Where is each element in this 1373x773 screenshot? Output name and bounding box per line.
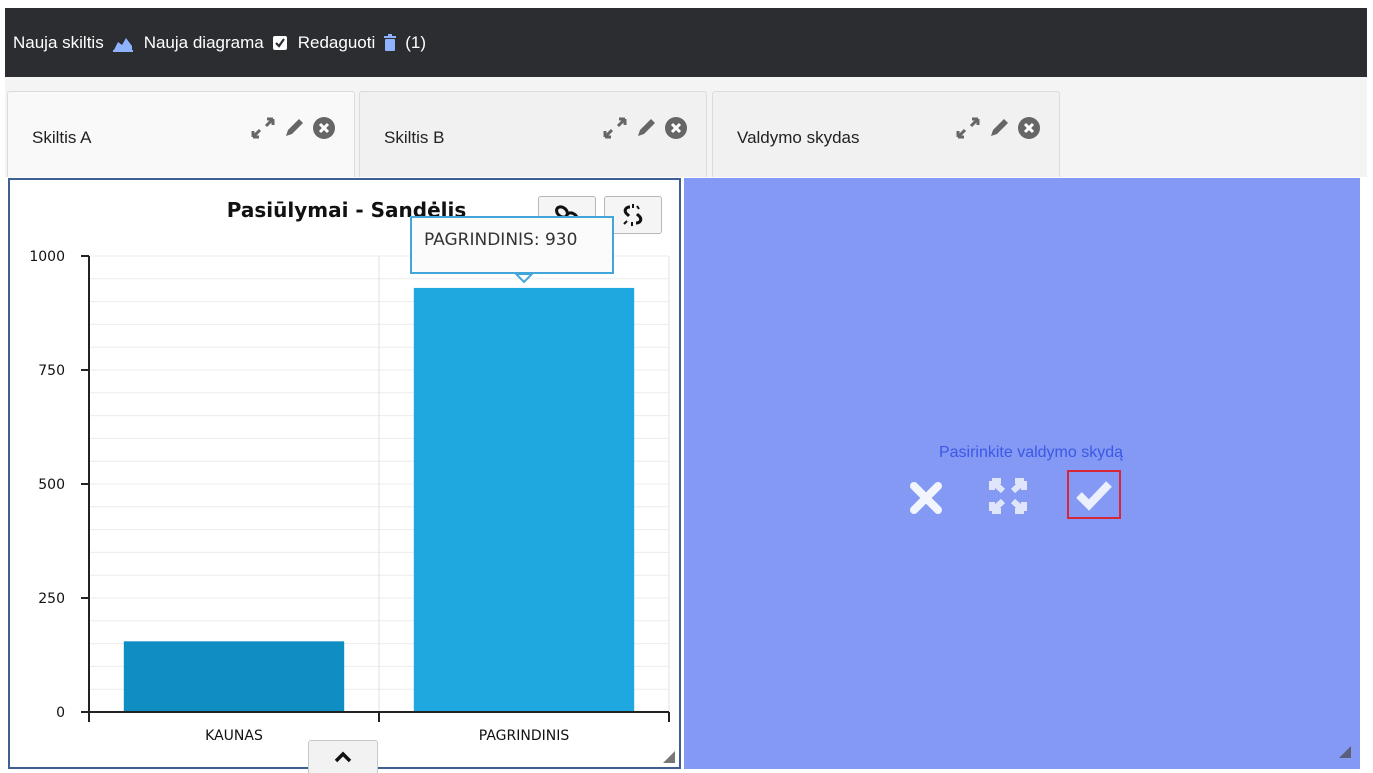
edit-label: Redaguoti bbox=[297, 32, 376, 52]
close-icon bbox=[910, 482, 942, 514]
expand-icon[interactable] bbox=[602, 116, 628, 140]
dashboard-select-label: Pasirinkite valdymo skydą bbox=[938, 444, 1124, 461]
pencil-icon[interactable] bbox=[987, 116, 1011, 140]
trash-count: (1) bbox=[405, 32, 427, 52]
expand-icon[interactable] bbox=[955, 116, 981, 140]
y-tick-label: 500 bbox=[38, 477, 65, 493]
trash-icon[interactable] bbox=[383, 34, 397, 51]
edit-button[interactable]: Redaguoti (1) bbox=[298, 33, 426, 53]
tooltip-pointer bbox=[513, 273, 535, 284]
close-circle-icon[interactable] bbox=[664, 116, 688, 140]
y-tick-label: 1000 bbox=[29, 249, 65, 265]
x-tick-label: KAUNAS bbox=[205, 728, 263, 744]
fullscreen-button[interactable] bbox=[987, 476, 1029, 521]
tab-actions bbox=[250, 116, 336, 140]
chart-tooltip: PAGRINDINIS: 930 bbox=[410, 216, 614, 274]
y-tick-label: 250 bbox=[38, 591, 65, 607]
bar-kaunas bbox=[123, 641, 345, 712]
tab-bar: Skiltis A Skiltis B Valdymo skydas bbox=[5, 77, 1367, 177]
checkbox-checked-icon[interactable] bbox=[272, 35, 288, 51]
tab-label: Skiltis B bbox=[384, 128, 445, 147]
area-chart-icon bbox=[112, 37, 133, 52]
dashboard-select-panel: Pasirinkite valdymo skydą bbox=[684, 178, 1360, 769]
new-section-label: Nauja skiltis bbox=[13, 32, 104, 52]
tab-label: Skiltis A bbox=[32, 128, 92, 147]
toolbar: Nauja skiltis Nauja diagrama Redaguoti (… bbox=[5, 8, 1367, 77]
new-chart-button[interactable]: Nauja diagrama bbox=[144, 33, 288, 53]
close-circle-icon[interactable] bbox=[312, 116, 336, 140]
resize-handle-icon[interactable] bbox=[1339, 746, 1351, 758]
collapse-button[interactable] bbox=[308, 740, 378, 773]
tab-skiltis-b[interactable]: Skiltis B bbox=[359, 91, 707, 177]
pencil-icon[interactable] bbox=[282, 116, 306, 140]
tab-actions bbox=[602, 116, 688, 140]
y-tick-label: 0 bbox=[56, 705, 65, 721]
close-circle-icon[interactable] bbox=[1017, 116, 1041, 140]
resize-handle-icon[interactable] bbox=[663, 751, 675, 763]
y-tick-label: 750 bbox=[38, 363, 65, 379]
chevron-up-icon bbox=[334, 751, 352, 763]
fullscreen-icon bbox=[989, 478, 1027, 514]
tab-skiltis-a[interactable]: Skiltis A bbox=[7, 91, 355, 177]
check-icon bbox=[1076, 480, 1112, 511]
pencil-icon[interactable] bbox=[634, 116, 658, 140]
tab-label: Valdymo skydas bbox=[737, 128, 860, 147]
new-section-button[interactable]: Nauja skiltis bbox=[13, 33, 134, 53]
new-chart-label: Nauja diagrama bbox=[143, 32, 264, 52]
confirm-button[interactable] bbox=[1067, 470, 1121, 519]
bar-pagrindinis bbox=[413, 287, 635, 712]
x-tick-label: PAGRINDINIS bbox=[479, 728, 570, 744]
cancel-button[interactable] bbox=[908, 480, 944, 521]
tab-actions bbox=[955, 116, 1041, 140]
expand-icon[interactable] bbox=[250, 116, 276, 140]
unlink-icon bbox=[623, 204, 643, 226]
tab-valdymo-skydas[interactable]: Valdymo skydas bbox=[712, 91, 1060, 177]
